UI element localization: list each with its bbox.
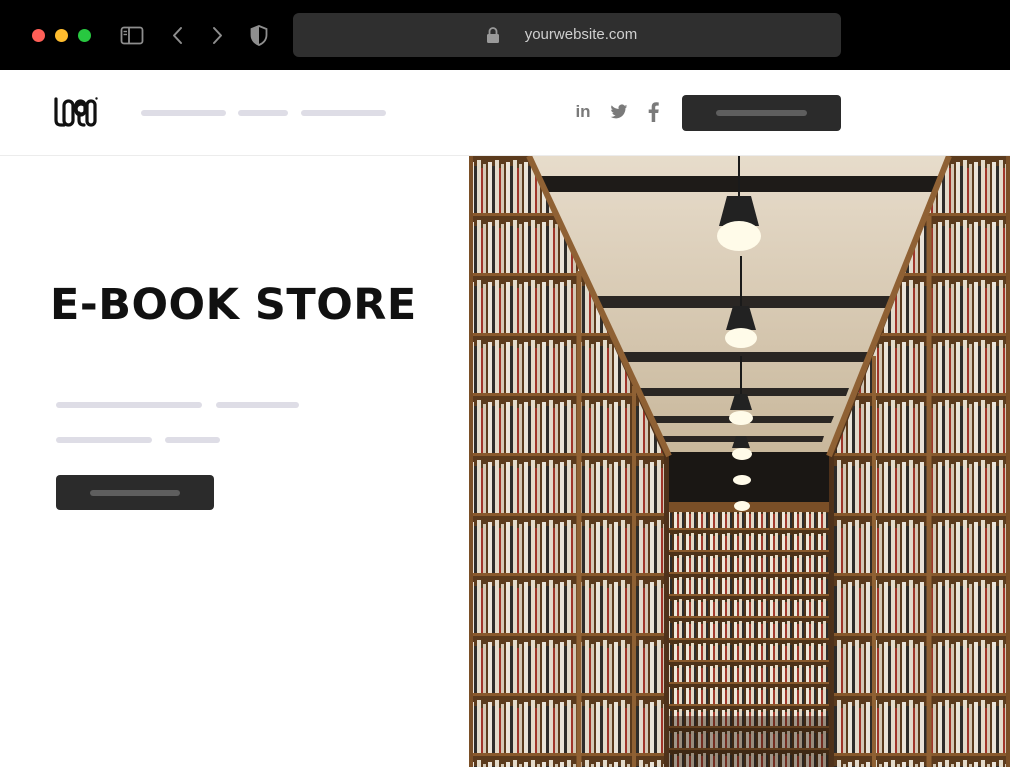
bookstore-aisle-photo (469, 154, 1010, 767)
address-bar[interactable]: yourwebsite.com (293, 13, 841, 57)
nav-cta-button-label-placeholder (716, 110, 807, 116)
nav-link-placeholder-3[interactable] (301, 110, 386, 116)
browser-toolbar: yourwebsite.com (0, 0, 1010, 70)
nav-cta-button[interactable] (682, 95, 841, 131)
sidebar-icon[interactable] (119, 23, 145, 49)
logo[interactable] (54, 96, 98, 128)
twitter-icon[interactable] (608, 100, 630, 124)
facebook-icon[interactable] (642, 100, 664, 124)
hero-cta-button[interactable] (56, 475, 214, 510)
site-header: in (0, 70, 1010, 156)
forward-icon[interactable] (205, 23, 231, 49)
minimize-window-button[interactable] (55, 29, 68, 42)
nav-link-placeholder-2[interactable] (238, 110, 288, 116)
shield-icon[interactable] (246, 23, 272, 49)
linkedin-icon[interactable]: in (572, 100, 594, 124)
hero-cta-button-label-placeholder (90, 490, 180, 496)
url-text: yourwebsite.com (524, 26, 638, 43)
hero-text-placeholder-1 (56, 402, 202, 408)
maximize-window-button[interactable] (78, 29, 91, 42)
close-window-button[interactable] (32, 29, 45, 42)
back-icon[interactable] (167, 23, 193, 49)
nav-link-placeholder-1[interactable] (141, 110, 226, 116)
hero-title: E-BOOK STORE (50, 280, 417, 330)
hero-text-placeholder-4 (165, 437, 220, 443)
hero-text-placeholder-2 (216, 402, 299, 408)
hero-text-placeholder-3 (56, 437, 152, 443)
